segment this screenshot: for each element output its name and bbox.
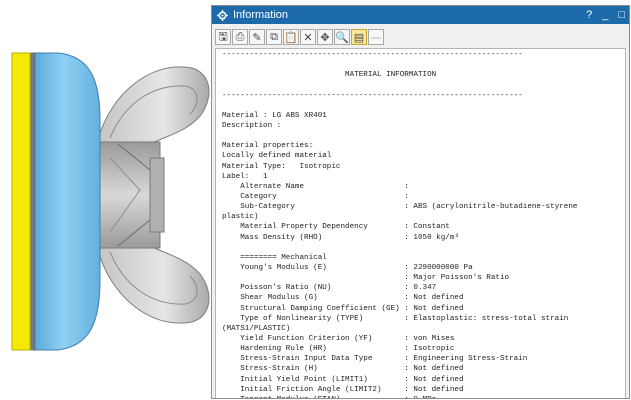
gear-icon [217,9,228,21]
information-window: Information ? _ □ 🖫 ⎙ ✎ ⧉ 📋 ✕ ✥ 🔍 ▤ — --… [211,5,630,399]
screen: Information ? _ □ 🖫 ⎙ ✎ ⧉ 📋 ✕ ✥ 🔍 ▤ — --… [0,0,631,400]
dash-icon: — [370,30,382,44]
paste-button[interactable]: 📋 [283,29,299,45]
report-line: plastic) [222,213,259,222]
clear-button[interactable]: ✕ [300,29,316,45]
pencil-icon: ✎ [252,30,262,44]
report-line: Tangent Modulus (ETAN) : 0 MPa [222,395,625,398]
pin-button[interactable]: ✥ [317,29,333,45]
report-line: Sub-Category : ABS (acrylonitrile-butadi… [222,203,578,212]
report-line: Hardening Rule (HR) : Isotropic [222,345,455,354]
report-line: Poisson's Ratio (NU) : 0.347 [222,284,437,293]
report-view-button[interactable]: ▤ [351,29,367,45]
move-icon: ✥ [320,30,330,44]
report-line: Young's Modulus (E) : 2290000000 Pa [222,263,473,272]
window-titlebar[interactable]: Information ? _ □ [212,6,629,24]
report-line: Type of Nonlinearity (TYPE) : Elastoplas… [222,314,569,323]
close-icon: ✕ [303,30,313,44]
report-line [222,101,625,111]
report-line [222,131,625,141]
report-line: Alternate Name : [222,182,409,191]
binoculars-icon: 🔍 [335,30,349,44]
report-line: Material Property Dependency : Constant [222,223,450,232]
find-button[interactable]: 🔍 [334,29,350,45]
collapse-button[interactable]: — [368,29,384,45]
report-line: Description : [222,121,282,130]
report-text: ----------------------------------------… [216,49,625,398]
save-icon: 🖫 [218,29,228,43]
save-report-button[interactable]: 🖫 [215,29,231,45]
list-icon: ▤ [353,30,365,44]
report-line: Initial Friction Angle (LIMIT2) : Not de… [222,385,464,394]
report-text-area[interactable]: ----------------------------------------… [215,48,626,398]
print-icon: ⎙ [235,30,245,43]
window-title: Information [233,9,289,21]
report-line: ======== Mechanical [222,253,327,262]
help-button[interactable]: ? [586,9,592,21]
model-yellow-plate [11,52,31,351]
report-line [222,60,625,70]
toolbar: 🖫 ⎙ ✎ ⧉ 📋 ✕ ✥ 🔍 ▤ — [212,24,629,48]
report-line: Mass Density (RHO) : 1050 kg/m³ [222,233,459,242]
report-line: Label: 1 [222,172,268,181]
minimize-button[interactable]: _ [602,9,608,21]
model-blue-cap [33,52,101,351]
3d-model-viewport[interactable] [0,40,214,360]
report-line: ----------------------------------------… [222,51,523,59]
report-line: Material Type: Isotropic [222,162,341,171]
report-line: Shear Modulus (G) : Not defined [222,294,464,303]
report-line: Material : LG ABS XR401 [222,111,327,120]
report-line: (MATS1/PLASTIC) [222,324,291,333]
maximize-button[interactable]: □ [618,9,625,21]
report-line: Material properties: [222,142,314,151]
copy-icon: ⧉ [270,30,278,43]
report-line: Structural Damping Coefficient (GE) : No… [222,304,464,313]
print-button[interactable]: ⎙ [232,29,248,45]
report-line: Locally defined material [222,152,332,161]
report-line: Category : [222,192,409,201]
report-line: MATERIAL INFORMATION [222,71,437,80]
plot-button[interactable]: ✎ [249,29,265,45]
paste-icon: 📋 [284,30,298,44]
report-line [222,243,625,253]
report-line: Stress-Strain Input Data Type : Engineer… [222,355,528,364]
report-line: Yield Function Criterion (YF) : von Mise… [222,334,455,343]
report-line: Stress-Strain (H) : Not defined [222,365,464,374]
report-line: Initial Yield Point (LIMIT1) : Not defin… [222,375,464,384]
report-line [222,80,625,90]
report-line: ----------------------------------------… [222,91,523,100]
report-line: : Major Poisson's Ratio [222,274,510,283]
copy-button[interactable]: ⧉ [266,29,282,45]
